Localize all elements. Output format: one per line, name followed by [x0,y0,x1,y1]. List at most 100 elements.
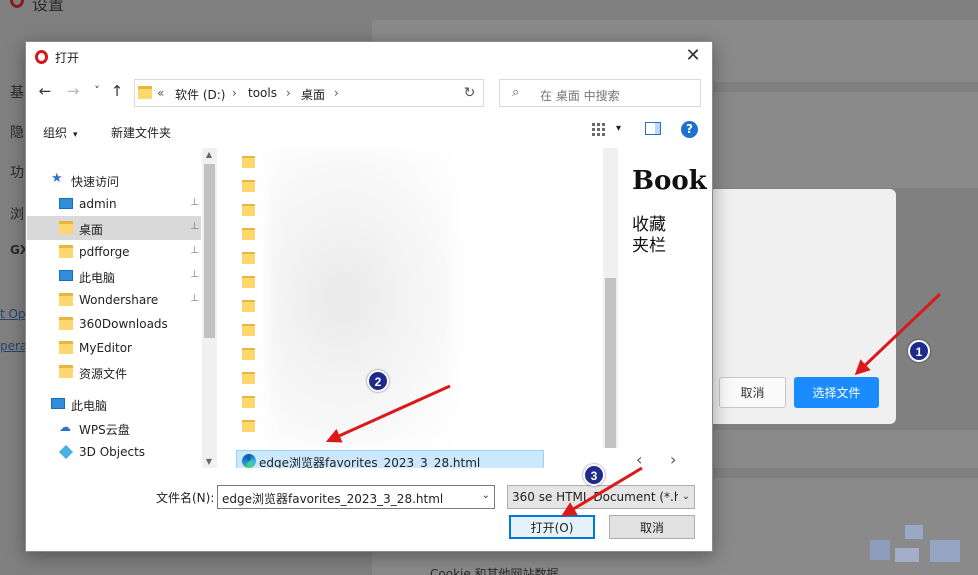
monitor-icon [59,270,73,281]
preview-prev-icon[interactable]: ‹ [636,450,642,468]
tree-item-quick-access[interactable]: ★ 快速访问 [27,168,201,192]
scroll-down-arrow-icon[interactable]: ▼ [202,457,216,466]
tree-item-label: 360Downloads [79,317,168,331]
folder-icon[interactable] [242,276,255,288]
cancel-button[interactable]: 取消 [609,515,695,539]
back-arrow-icon[interactable]: ← [36,82,54,100]
folder-icon[interactable] [242,204,255,216]
caret-down-icon: ▾ [73,130,78,140]
chevron-down-icon[interactable]: ⌄ [678,486,694,508]
tree-item-label: 桌面 [79,223,104,237]
help-icon[interactable]: ? [681,121,698,138]
monitor-icon [59,198,73,209]
organize-menu[interactable]: 组织 ▾ [43,124,78,141]
tree-item-label: pdfforge [79,245,130,259]
view-options-icon[interactable] [591,122,607,141]
star-icon: ★ [51,171,63,186]
tree-item-360downloads[interactable]: 360Downloads [27,312,201,336]
breadcrumb-desktop[interactable]: 桌面 [301,86,325,103]
breadcrumb-separator[interactable]: › [232,86,237,100]
settings-nav-item: 浏 [10,207,24,223]
folder-icon[interactable] [242,396,255,408]
tree-item-resources[interactable]: 资源文件 [27,360,201,384]
breadcrumb-tools[interactable]: tools [248,86,277,100]
tree-item-admin[interactable]: admin ⊥ [27,192,201,216]
selected-file-row[interactable]: edge浏览器favorites_2023_3_28.html [236,450,544,468]
opera-logo-icon [10,0,24,8]
tree-item-3d-objects[interactable]: 3D Objects [27,440,201,464]
folder-icon[interactable] [242,372,255,384]
tree-item-label: WPS云盘 [79,423,130,437]
breadcrumb-separator[interactable]: › [286,86,291,100]
tree-item-label: admin [79,197,117,211]
tree-item-myeditor[interactable]: MyEditor [27,336,201,360]
folder-icon[interactable] [242,228,255,240]
folder-icon[interactable] [242,252,255,264]
breadcrumb-overflow[interactable]: « [157,86,164,100]
scroll-up-arrow-icon[interactable]: ▲ [202,150,216,159]
preview-next-icon[interactable]: › [670,450,676,468]
command-bar: 组织 ▾ 新建文件夹 ▾ ? [26,116,712,146]
settings-title: 设置 [32,0,65,14]
scrollbar-thumb[interactable] [204,164,215,338]
nav-pane-scrollbar[interactable]: ▲ ▼ [202,148,217,468]
folder-icon[interactable] [242,420,255,432]
folder-icon [59,245,73,258]
cube-icon [58,444,74,460]
open-button[interactable]: 打开(O) [509,515,595,539]
tree-item-label: 资源文件 [79,367,128,381]
forward-arrow-icon[interactable]: → [64,82,82,100]
pin-icon: ⊥ [190,221,199,232]
file-list: edge浏览器favorites_2023_3_28.html [232,148,618,468]
tree-item-wondershare[interactable]: Wondershare ⊥ [27,288,201,312]
chevron-down-icon[interactable]: ⌄ [482,490,490,501]
opera-cancel-button[interactable]: 取消 [719,377,786,408]
choose-file-button[interactable]: 选择文件 [794,377,879,408]
folder-icon [59,341,73,354]
dialog-title: 打开 [55,51,80,65]
tree-item-label: 此电脑 [71,399,108,413]
close-icon[interactable]: ✕ [682,46,704,68]
tree-item-admin-2[interactable]: admin [27,464,201,468]
recent-locations-chevron-icon[interactable]: ˅ [88,82,106,100]
folder-icon[interactable] [242,324,255,336]
tree-item-label: MyEditor [79,341,132,355]
file-list-scrollbar[interactable] [603,148,618,448]
address-bar[interactable]: « 软件 (D:) › tools › 桌面 › ⌄ [134,79,474,107]
breadcrumb-drive[interactable]: 软件 (D:) [175,86,225,103]
preview-pane: Book 收藏夹栏 ‹ › [620,148,712,468]
dialog-titlebar[interactable]: 打开 ✕ [26,42,712,72]
filetype-select[interactable]: 360 se HTML Document (*.htm;*.html) ⌄ [507,485,695,509]
navigation-bar: ← → ˅ ↑ « 软件 (D:) › tools › 桌面 › ⌄ ↻ ⌕ 在… [26,76,712,108]
folder-icon[interactable] [242,180,255,192]
tree-item-desktop[interactable]: 桌面 ⊥ [27,216,201,240]
step-badge-2: 2 [367,370,389,392]
filename-combobox[interactable]: edge浏览器favorites_2023_3_28.html ⌄ [217,485,495,509]
tree-item-label: 快速访问 [71,175,120,189]
tree-item-pdfforge[interactable]: pdfforge ⊥ [27,240,201,264]
watermark-pixel [930,540,960,562]
scrollbar-thumb[interactable] [605,278,616,448]
preview-pane-icon[interactable] [645,122,661,139]
up-arrow-icon[interactable]: ↑ [108,82,126,100]
refresh-icon[interactable]: ↻ [456,79,484,107]
folder-icon[interactable] [242,300,255,312]
tree-item-this-pc[interactable]: 此电脑 ⊥ [27,264,201,288]
search-box[interactable]: ⌕ 在 桌面 中搜索 [499,79,701,107]
folder-icon [59,317,73,330]
new-folder-button[interactable]: 新建文件夹 [111,124,171,141]
folder-icon[interactable] [242,156,255,168]
organize-label: 组织 [43,126,68,140]
pin-icon: ⊥ [190,293,199,304]
tree-item-this-pc-root[interactable]: 此电脑 [27,392,201,416]
breadcrumb-separator[interactable]: › [334,86,339,100]
view-caret-icon[interactable]: ▾ [616,123,621,134]
tree-item-wps-cloud[interactable]: ☁ WPS云盘 [27,416,201,440]
preview-heading: Book [632,166,707,196]
folder-icon [59,365,73,378]
filename-label: 文件名(N): [156,491,215,505]
pin-icon: ⊥ [190,197,199,208]
folder-icon[interactable] [242,348,255,360]
blurred-file-names [267,148,457,448]
file-name: edge浏览器favorites_2023_3_28.html [259,456,481,468]
